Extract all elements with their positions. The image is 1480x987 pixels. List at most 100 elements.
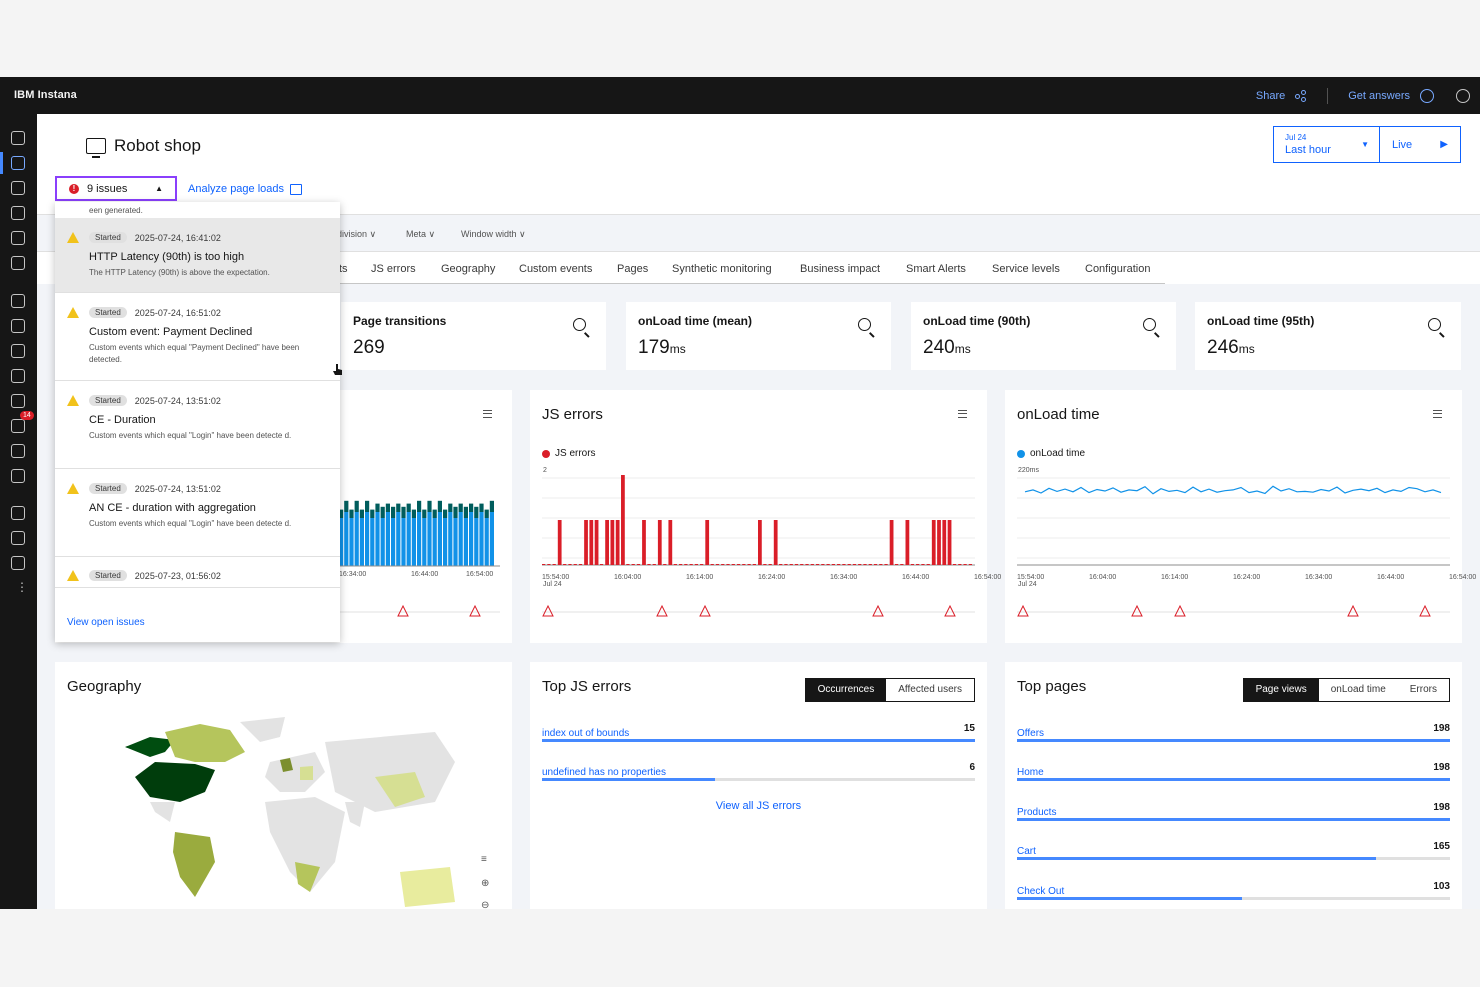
toggle-errors[interactable]: Errors xyxy=(1397,679,1449,701)
page-link[interactable]: Cart xyxy=(1017,846,1036,857)
agents-icon[interactable] xyxy=(11,531,25,545)
services-icon[interactable] xyxy=(11,206,25,220)
list-item[interactable]: Products 198 xyxy=(1017,802,1450,821)
toggle-onload-time[interactable]: onLoad time xyxy=(1318,679,1398,701)
time-picker[interactable]: Jul 24 Last hour ▼ Live ▶ xyxy=(1273,126,1461,163)
zoom-icon[interactable] xyxy=(1428,318,1441,331)
alerts-icon[interactable] xyxy=(11,419,25,433)
live-button[interactable]: Live ▶ xyxy=(1380,127,1460,162)
progress-fill xyxy=(1017,857,1377,861)
automation-icon[interactable] xyxy=(11,444,25,458)
list-item[interactable]: Offers 198 xyxy=(1017,723,1450,742)
time-range-select[interactable]: Jul 24 Last hour ▼ xyxy=(1274,127,1380,162)
bar-segment xyxy=(453,506,458,518)
bar xyxy=(605,520,609,565)
error-link[interactable]: index out of bounds xyxy=(542,728,629,739)
analyze-page-loads-link[interactable]: Analyze page loads xyxy=(188,183,303,195)
page-link[interactable]: Check Out xyxy=(1017,886,1064,897)
tab-configuration[interactable]: Configuration xyxy=(1085,263,1150,275)
tab-js-errors[interactable]: JS errors xyxy=(371,263,416,275)
tick-label: 16:34:00 xyxy=(339,571,367,578)
issue-item[interactable]: Started 2025-07-24, 16:41:02 HTTP Latency… xyxy=(55,218,340,293)
map-menu-icon[interactable]: ≡ xyxy=(481,854,487,865)
page-link[interactable]: Offers xyxy=(1017,728,1044,739)
help-icon[interactable] xyxy=(1420,89,1434,103)
infrastructure-icon[interactable] xyxy=(11,231,25,245)
analytics-icon[interactable] xyxy=(11,369,25,383)
platforms-icon[interactable] xyxy=(11,256,25,270)
lock-icon[interactable] xyxy=(11,556,25,570)
issues-button[interactable]: ! 9 issues ▲ xyxy=(55,176,177,201)
view-open-issues-link[interactable]: View open issues xyxy=(67,617,145,628)
issue-item[interactable]: Started 2025-07-24, 13:51:02 CE - Duratio… xyxy=(55,381,340,469)
filter-meta[interactable]: Meta ∨ xyxy=(406,229,435,240)
kpi-card: Page transitions 269 xyxy=(341,302,606,370)
toggle-occurrences[interactable]: Occurrences xyxy=(805,679,887,701)
tab-custom-events[interactable]: Custom events xyxy=(519,263,592,275)
user-profile-icon[interactable] xyxy=(1456,89,1470,103)
performance-icon[interactable] xyxy=(11,469,25,483)
bar-segment xyxy=(479,512,484,566)
tab-smart-alerts[interactable]: Smart Alerts xyxy=(906,263,966,275)
zoom-icon[interactable] xyxy=(1143,318,1156,331)
more-icon[interactable]: ⋮ xyxy=(16,580,28,594)
zoom-icon[interactable] xyxy=(858,318,871,331)
synthetic-icon[interactable] xyxy=(11,319,25,333)
home-icon[interactable] xyxy=(11,131,25,145)
page-link[interactable]: Home xyxy=(1017,767,1044,778)
issue-item[interactable]: Started 2025-07-23, 01:56:02 xyxy=(55,557,340,588)
security-icon[interactable] xyxy=(11,394,25,408)
bar xyxy=(657,520,662,565)
mobile-apps-icon[interactable] xyxy=(11,181,25,195)
list-item[interactable]: Cart 165 xyxy=(1017,841,1450,861)
bar-segment xyxy=(489,500,494,512)
zoom-out-icon[interactable]: ⊖ xyxy=(481,900,489,909)
bar-segment xyxy=(484,518,489,566)
brand-logo[interactable]: IBM Instana xyxy=(14,89,77,101)
tab-pages[interactable]: Pages xyxy=(617,263,648,275)
list-item[interactable]: Check Out 103 xyxy=(1017,881,1450,900)
world-map[interactable] xyxy=(55,662,512,909)
issue-item[interactable]: Started 2025-07-24, 16:51:02 Custom event… xyxy=(55,293,340,381)
bar xyxy=(768,564,772,565)
tab-service-levels[interactable]: Service levels xyxy=(992,263,1060,275)
issue-item[interactable]: Started 2025-07-24, 13:51:02 AN CE - dura… xyxy=(55,469,340,557)
toggle-affected-users[interactable]: Affected users xyxy=(886,679,974,701)
filter-window-width[interactable]: Window width ∨ xyxy=(461,229,526,240)
share-icon[interactable] xyxy=(1295,90,1307,102)
bar xyxy=(668,520,673,565)
tab-geography[interactable]: Geography xyxy=(441,263,495,275)
pipeline-icon[interactable] xyxy=(11,344,25,358)
share-button[interactable]: Share xyxy=(1256,90,1285,102)
page-count: 198 xyxy=(1433,762,1450,774)
settings-icon[interactable] xyxy=(11,506,25,520)
view-all-js-errors-link[interactable]: View all JS errors xyxy=(530,800,987,812)
zoom-in-icon[interactable]: ⊕ xyxy=(481,878,489,889)
map-region-australia xyxy=(400,867,455,907)
tick-label: 16:14:00 xyxy=(1161,574,1189,581)
get-answers-button[interactable]: Get answers xyxy=(1348,90,1410,102)
zoom-icon[interactable] xyxy=(573,318,586,331)
list-item[interactable]: Home 198 xyxy=(1017,762,1450,782)
list-item[interactable]: index out of bounds 15 xyxy=(542,723,975,742)
kpi-card: onLoad time (90th) 240ms xyxy=(911,302,1176,370)
top-pages-card: Top pages Page views onLoad time Errors … xyxy=(1005,662,1462,909)
websites-icon[interactable] xyxy=(11,156,25,170)
filter-division[interactable]: division ∨ xyxy=(337,229,376,240)
bar xyxy=(831,564,836,565)
bar xyxy=(794,564,799,565)
kpi-title: Page transitions xyxy=(353,314,447,328)
error-link[interactable]: undefined has no properties xyxy=(542,767,666,778)
list-item[interactable]: undefined has no properties 6 xyxy=(542,762,975,781)
tab-business-impact[interactable]: Business impact xyxy=(800,263,880,275)
tab-truncated[interactable]: ts xyxy=(339,263,348,275)
bar xyxy=(594,520,599,565)
dashboards-icon[interactable] xyxy=(11,294,25,308)
tab-synthetic-monitoring[interactable]: Synthetic monitoring xyxy=(672,263,772,275)
bar-segment xyxy=(474,518,479,566)
toggle-page-views[interactable]: Page views xyxy=(1243,679,1319,701)
analyze-label: Analyze page loads xyxy=(188,183,285,195)
bar xyxy=(889,520,894,565)
bar-segment xyxy=(427,500,432,512)
page-link[interactable]: Products xyxy=(1017,807,1056,818)
